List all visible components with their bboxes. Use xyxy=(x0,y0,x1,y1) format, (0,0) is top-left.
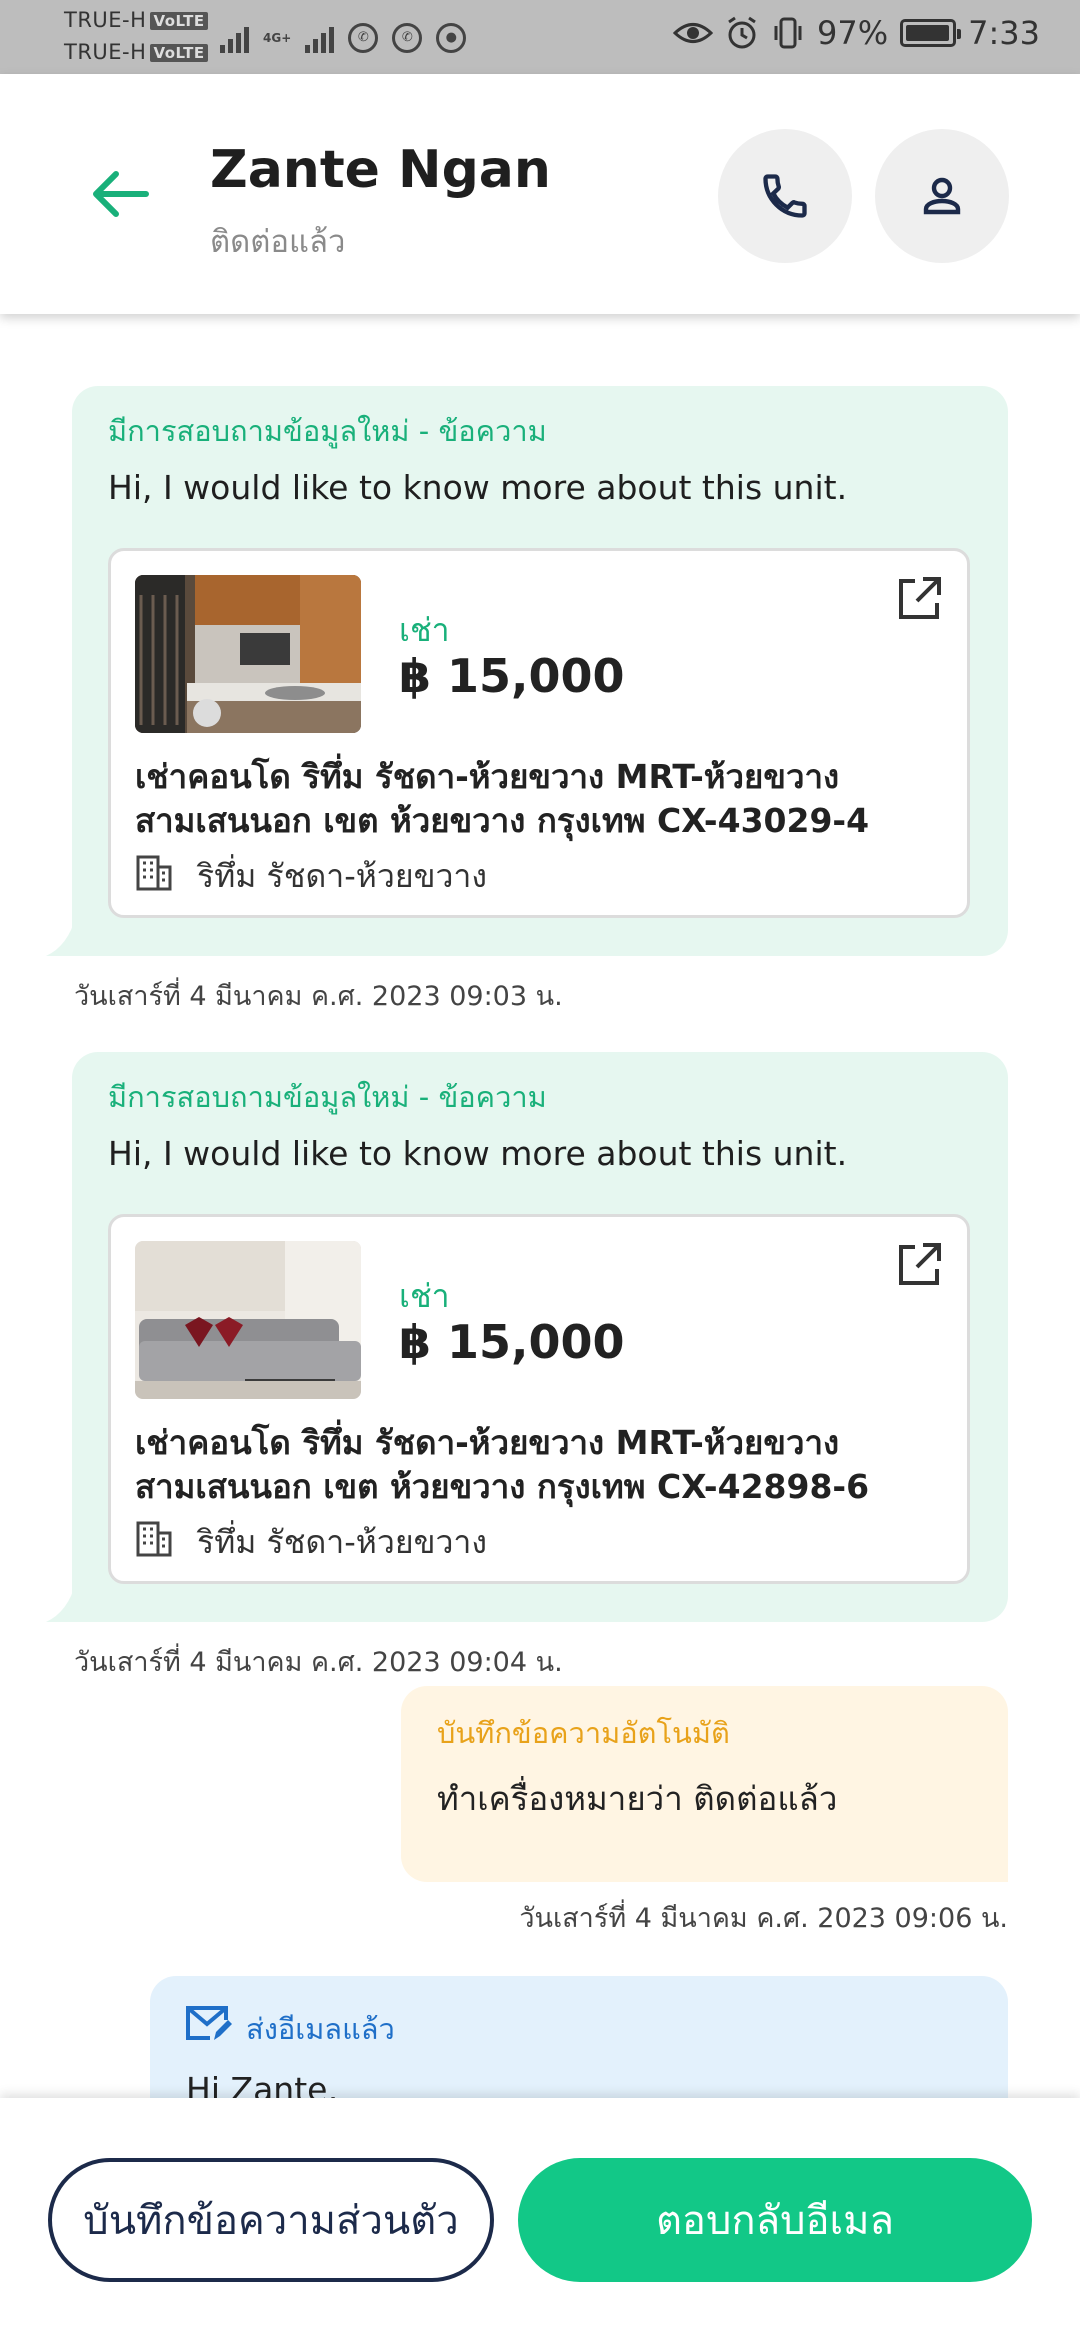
call-button[interactable] xyxy=(718,129,852,263)
email-sent-label: ส่งอีเมลแล้ว xyxy=(246,2012,395,2046)
profile-button[interactable] xyxy=(875,129,1009,263)
auto-note-label: บันทึกข้อความอัตโนมัติ xyxy=(437,1716,730,1750)
battery-icon xyxy=(900,19,962,47)
listing-title-line2: สามเสนนอก เขต ห้วยขวาง กรุงเทพ CX-43029-… xyxy=(135,801,870,840)
person-icon xyxy=(923,177,961,215)
listing-price: ฿ 15,000 xyxy=(399,649,625,703)
bubble-tail xyxy=(46,916,106,956)
battery-fill xyxy=(906,25,949,41)
line-icon: ● xyxy=(436,23,467,53)
building-icon xyxy=(136,855,172,891)
external-link-icon[interactable] xyxy=(893,573,945,625)
status-right: 97% 7:33 xyxy=(673,14,1040,52)
chat-header: Zante Ngan ติดต่อแล้ว xyxy=(0,74,1080,314)
listing-title: เช่าคอนโด ริทึ่ม รัชดา-ห้วยขวาง MRT-ห้วย… xyxy=(135,755,955,843)
listing-title-line2: สามเสนนอก เขต ห้วยขวาง กรุงเทพ CX-42898-… xyxy=(135,1467,870,1506)
vibrate-icon xyxy=(774,17,802,49)
back-arrow-icon[interactable] xyxy=(86,160,154,228)
message-text: Hi, I would like to know more about this… xyxy=(108,1134,848,1173)
whatsapp-icon: ✆ xyxy=(348,23,379,53)
listing-photo-sofa xyxy=(135,1241,361,1399)
inquiry-message: มีการสอบถามข้อมูลใหม่ - ข้อความ Hi, I wo… xyxy=(46,1052,1008,1622)
network-type-label: 4G+ xyxy=(263,31,292,45)
auto-note-message: บันทึกข้อความอัตโนมัติ ทำเครื่องหมายว่า … xyxy=(401,1686,1008,1882)
listing-title: เช่าคอนโด ริทึ่ม รัชดา-ห้วยขวาง MRT-ห้วย… xyxy=(135,1421,955,1509)
bubble-tail xyxy=(46,1582,106,1622)
alarm-icon xyxy=(728,16,756,49)
listing-title-line1: เช่าคอนโด ริทึ่ม รัชดา-ห้วยขวาง MRT-ห้วย… xyxy=(135,757,840,796)
listing-title-line1: เช่าคอนโด ริทึ่ม รัชดา-ห้วยขวาง MRT-ห้วย… xyxy=(135,1423,840,1462)
battery-percent: 97% xyxy=(817,14,889,52)
clock: 7:33 xyxy=(968,14,1040,52)
building-name: ริทึ่ม รัชดา-ห้วยขวาง xyxy=(197,857,487,895)
listing-card[interactable]: เช่า ฿ 15,000 เช่าคอนโด ริทึ่ม รัชดา-ห้ว… xyxy=(108,1214,970,1584)
reply-email-button[interactable]: ตอบกลับอีเมล xyxy=(518,2158,1032,2282)
message-timestamp: วันเสาร์ที่ 4 มีนาคม ค.ศ. 2023 09:04 น. xyxy=(74,1647,563,1678)
signal-icon xyxy=(220,23,249,53)
carrier-2: TRUE-H VoLTE xyxy=(64,40,208,64)
message-label: มีการสอบถามข้อมูลใหม่ - ข้อความ xyxy=(108,1080,547,1114)
external-link-icon[interactable] xyxy=(893,1239,945,1291)
whatsapp-2-icon: ✆ xyxy=(392,23,423,53)
signal-2-icon xyxy=(305,23,335,53)
carrier-1: TRUE-H VoLTE xyxy=(64,8,208,32)
listing-price: ฿ 15,000 xyxy=(399,1315,625,1369)
phone-icon xyxy=(763,174,807,218)
listing-photo-kitchen xyxy=(135,575,361,733)
message-timestamp: วันเสาร์ที่ 4 มีนาคม ค.ศ. 2023 09:03 น. xyxy=(74,981,563,1012)
bottom-action-bar: บันทึกข้อความส่วนตัว ตอบกลับอีเมล xyxy=(0,2098,1080,2340)
private-note-button[interactable]: บันทึกข้อความส่วนตัว xyxy=(48,2158,494,2282)
status-bar: TRUE-H VoLTE TRUE-H VoLTE 4G+ ✆ ✆ ● 97% 7:… xyxy=(0,0,1080,74)
auto-note-text: ทำเครื่องหมายว่า ติดต่อแล้ว xyxy=(437,1779,838,1818)
signal-icons: 4G+ ✆ ✆ ● xyxy=(220,18,467,58)
mail-edit-icon xyxy=(186,2006,232,2040)
building-icon xyxy=(136,1521,172,1557)
listing-card[interactable]: เช่า ฿ 15,000 เช่าคอนโด ริทึ่ม รัชดา-ห้ว… xyxy=(108,548,970,918)
eye-icon xyxy=(673,23,714,43)
contact-name: Zante Ngan xyxy=(210,140,551,200)
message-text: Hi, I would like to know more about this… xyxy=(108,468,848,507)
inquiry-message: มีการสอบถามข้อมูลใหม่ - ข้อความ Hi, I wo… xyxy=(46,386,1008,956)
message-label: มีการสอบถามข้อมูลใหม่ - ข้อความ xyxy=(108,414,547,448)
building-name: ริทึ่ม รัชดา-ห้วยขวาง xyxy=(197,1523,487,1561)
contact-status: ติดต่อแล้ว xyxy=(210,224,346,260)
auto-note-timestamp: วันเสาร์ที่ 4 มีนาคม ค.ศ. 2023 09:06 น. xyxy=(519,1903,1008,1934)
